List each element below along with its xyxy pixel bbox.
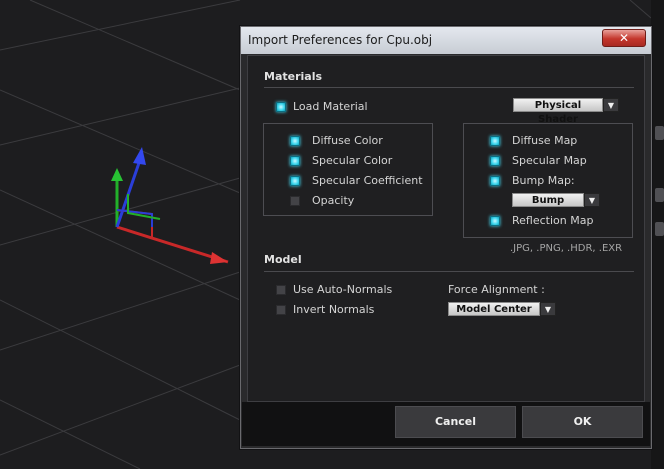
diffuse-color-label: Diffuse Color bbox=[312, 134, 383, 147]
shader-dropdown[interactable]: Physical Shader ▼ bbox=[513, 98, 619, 125]
model-separator bbox=[264, 271, 634, 272]
model-section-title: Model bbox=[264, 253, 302, 266]
gizmo-z-axis[interactable] bbox=[115, 159, 142, 228]
opacity-checkbox[interactable] bbox=[290, 196, 300, 206]
dialog-footer: Cancel OK bbox=[242, 402, 650, 446]
bump-type-dropdown[interactable]: Bump ▼ bbox=[512, 193, 600, 207]
diffuse-map-label: Diffuse Map bbox=[512, 134, 578, 147]
force-alignment-label: Force Alignment : bbox=[448, 283, 545, 296]
import-preferences-dialog: Import Preferences for Cpu.obj ✕ Materia… bbox=[240, 26, 652, 449]
chevron-down-icon[interactable]: ▼ bbox=[584, 193, 600, 207]
reflection-map-label: Reflection Map bbox=[512, 214, 594, 227]
ok-button[interactable]: OK bbox=[522, 406, 643, 438]
dialog-title: Import Preferences for Cpu.obj bbox=[248, 33, 433, 47]
specular-coefficient-checkbox[interactable] bbox=[290, 176, 300, 186]
specular-color-checkbox[interactable] bbox=[290, 156, 300, 166]
chevron-down-icon[interactable]: ▼ bbox=[540, 302, 556, 316]
bump-type-value[interactable]: Bump bbox=[512, 193, 584, 207]
side-panel-tab[interactable] bbox=[655, 126, 664, 140]
bump-map-checkbox[interactable] bbox=[490, 176, 500, 186]
transform-gizmo[interactable] bbox=[0, 0, 250, 280]
specular-color-label: Specular Color bbox=[312, 154, 393, 167]
shader-dropdown-value[interactable]: Physical Shader bbox=[513, 98, 603, 125]
materials-section-title: Materials bbox=[264, 70, 323, 83]
auto-normals-label: Use Auto-Normals bbox=[293, 283, 393, 296]
invert-normals-checkbox[interactable] bbox=[276, 305, 286, 315]
gizmo-y-arrow[interactable] bbox=[111, 168, 123, 181]
invert-normals-label: Invert Normals bbox=[293, 303, 375, 316]
opacity-label: Opacity bbox=[312, 194, 355, 207]
specular-coefficient-label: Specular Coefficient bbox=[312, 174, 423, 187]
specular-map-checkbox[interactable] bbox=[490, 156, 500, 166]
supported-formats-text: .JPG, .PNG, .HDR, .EXR bbox=[510, 243, 623, 254]
diffuse-map-checkbox[interactable] bbox=[490, 136, 500, 146]
load-material-label: Load Material bbox=[293, 100, 368, 113]
side-panel-tab[interactable] bbox=[655, 222, 664, 236]
bump-map-label: Bump Map: bbox=[512, 174, 575, 187]
load-material-checkbox[interactable] bbox=[276, 102, 286, 112]
reflection-map-checkbox[interactable] bbox=[490, 216, 500, 226]
cancel-button[interactable]: Cancel bbox=[395, 406, 516, 438]
auto-normals-checkbox[interactable] bbox=[276, 285, 286, 295]
dialog-content: Materials Load Material Physical Shader … bbox=[247, 55, 645, 402]
force-alignment-value[interactable]: Model Center bbox=[448, 302, 540, 316]
side-panel-tab[interactable] bbox=[655, 188, 664, 202]
close-icon: ✕ bbox=[618, 31, 630, 45]
gizmo-x-arrow[interactable] bbox=[210, 252, 228, 264]
materials-separator bbox=[264, 87, 634, 88]
diffuse-color-checkbox[interactable] bbox=[290, 136, 300, 146]
chevron-down-icon[interactable]: ▼ bbox=[603, 98, 619, 112]
force-alignment-dropdown[interactable]: Model Center ▼ bbox=[448, 302, 556, 316]
dialog-titlebar[interactable]: Import Preferences for Cpu.obj ✕ bbox=[241, 27, 651, 54]
gizmo-z-arrow[interactable] bbox=[133, 147, 146, 165]
close-button[interactable]: ✕ bbox=[602, 29, 646, 47]
specular-map-label: Specular Map bbox=[512, 154, 587, 167]
